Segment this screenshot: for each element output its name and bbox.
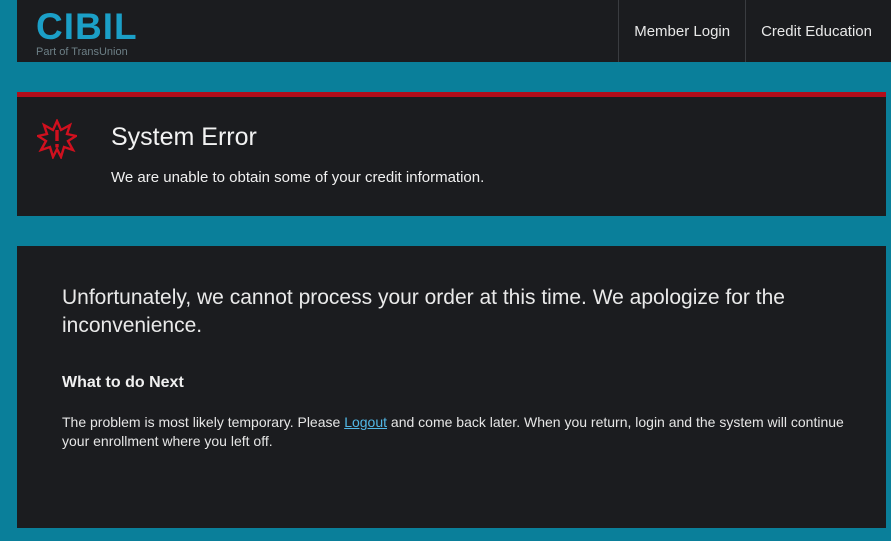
apology-text: Unfortunately, we cannot process your or… xyxy=(62,286,785,337)
logo-subtitle: Part of TransUnion xyxy=(36,46,128,58)
error-message: We are unable to obtain some of your cre… xyxy=(111,169,485,186)
logo-wordmark: CIBIL xyxy=(36,6,138,47)
next-text-before: The problem is most likely temporary. Pl… xyxy=(62,414,345,430)
order-error-panel: Unfortunately, we cannot process your or… xyxy=(17,246,886,528)
system-error-panel: System Error We are unable to obtain som… xyxy=(17,92,886,216)
top-navbar: CIBIL Part of TransUnion Member Login Cr… xyxy=(17,0,891,62)
main-nav: Member Login Credit Education xyxy=(618,0,891,62)
cibil-logo[interactable]: CIBIL Part of TransUnion xyxy=(36,6,138,58)
logout-link[interactable]: Logout xyxy=(344,414,387,430)
error-title: System Error xyxy=(111,123,257,151)
alert-burst-icon xyxy=(37,119,77,159)
nav-member-login[interactable]: Member Login xyxy=(618,0,745,62)
next-steps-text: The problem is most likely temporary. Pl… xyxy=(62,413,852,451)
next-steps-heading: What to do Next xyxy=(62,374,184,391)
nav-credit-education[interactable]: Credit Education xyxy=(745,0,891,62)
